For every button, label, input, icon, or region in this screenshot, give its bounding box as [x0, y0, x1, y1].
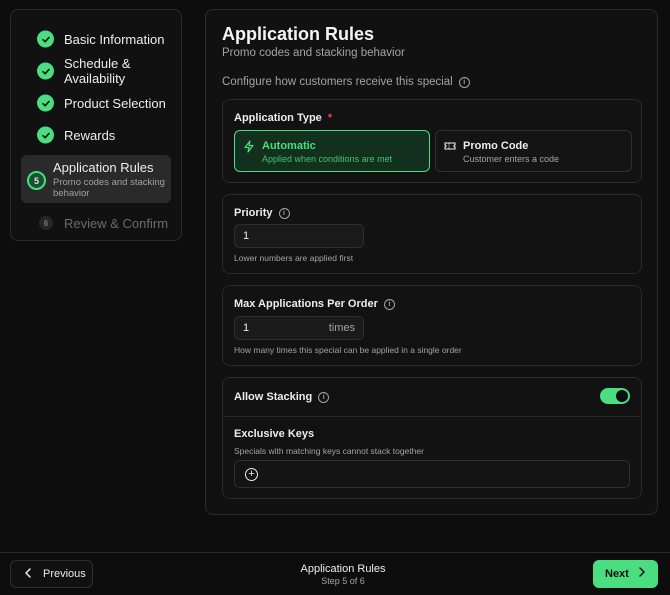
info-icon[interactable]: i	[278, 207, 290, 219]
step-label: Schedule & Availability	[64, 56, 131, 86]
step-label: Rewards	[64, 127, 116, 143]
priority-input[interactable]: 1	[234, 224, 364, 248]
add-key-icon[interactable]: +	[245, 468, 258, 481]
toggle-knob	[616, 390, 628, 402]
option-promo-code[interactable]: Promo Code Customer enters a code	[435, 130, 632, 172]
priority-card: Priority i 1 Lower numbers are applied f…	[222, 194, 642, 274]
max-applications-input[interactable]: 1 times	[234, 316, 364, 340]
allow-stacking-toggle[interactable]	[600, 388, 630, 404]
option-automatic[interactable]: Automatic Applied when conditions are me…	[234, 130, 430, 172]
stacking-card: Allow Stacking i Exclusive Keys Specials…	[222, 377, 642, 499]
max-applications-help: How many times this special can be appli…	[234, 345, 462, 355]
step-schedule-availability[interactable]: Schedule & Availability	[21, 55, 171, 87]
divider	[223, 416, 641, 417]
check-icon	[37, 126, 54, 144]
max-applications-card: Max Applications Per Order i 1 times How…	[222, 285, 642, 366]
ticket-icon	[444, 140, 456, 155]
info-icon[interactable]: i	[318, 391, 330, 403]
footer-title: Application Rules	[300, 563, 386, 575]
option-description: Customer enters a code	[463, 154, 560, 164]
stepper-sidebar: Basic Information Schedule & Availabilit…	[10, 9, 182, 241]
input-suffix: times	[328, 322, 355, 334]
label-text: Allow Stacking	[234, 391, 313, 403]
step-label: Review & Confirm	[64, 215, 169, 231]
required-mark: *	[327, 112, 333, 124]
option-description: Applied when conditions are met	[262, 154, 393, 164]
page-subtitle: Promo codes and stacking behavior	[222, 47, 405, 59]
priority-help: Lower numbers are applied first	[234, 253, 354, 263]
step-number: 5	[27, 171, 46, 190]
chevron-right-icon	[638, 566, 646, 581]
priority-label: Priority i	[234, 207, 290, 219]
check-icon	[37, 30, 54, 48]
footer-step-indicator: Step 5 of 6	[321, 576, 365, 586]
application-type-label: Application Type *	[234, 112, 332, 124]
next-label: Next	[605, 568, 629, 580]
input-value: 1	[243, 322, 250, 334]
step-label: Application Rules	[53, 159, 154, 175]
allow-stacking-label: Allow Stacking i	[234, 391, 330, 403]
step-rewards[interactable]: Rewards	[21, 119, 171, 151]
info-icon[interactable]: i	[458, 76, 470, 88]
max-applications-label: Max Applications Per Order i	[234, 298, 395, 310]
info-icon[interactable]: i	[383, 298, 395, 310]
page-title: Application Rules	[222, 24, 375, 44]
label-text: Priority	[234, 207, 273, 219]
next-button[interactable]: Next	[593, 560, 658, 588]
step-application-rules[interactable]: 5 Application Rules Promo codes and stac…	[21, 155, 171, 203]
exclusive-keys-input[interactable]: +	[234, 460, 630, 488]
config-description: Configure how customers receive this spe…	[222, 76, 470, 88]
config-text: Configure how customers receive this spe…	[222, 76, 453, 88]
label-text: Max Applications Per Order	[234, 298, 378, 310]
option-title: Automatic	[262, 140, 316, 152]
option-title: Promo Code	[463, 140, 529, 152]
step-number: 6	[39, 216, 53, 230]
main-panel: Application Rules Promo codes and stacki…	[205, 9, 658, 515]
step-label: Product Selection	[64, 95, 166, 111]
check-icon	[37, 62, 54, 80]
step-product-selection[interactable]: Product Selection	[21, 87, 171, 119]
step-review-confirm[interactable]: 6 Review & Confirm	[21, 207, 171, 239]
lightning-icon	[243, 140, 255, 156]
step-label: Basic Information	[64, 31, 165, 47]
exclusive-keys-label: Exclusive Keys	[234, 428, 315, 440]
step-basic-information[interactable]: Basic Information	[21, 23, 171, 55]
exclusive-keys-help: Specials with matching keys cannot stack…	[234, 446, 424, 456]
step-description: Promo codes and stacking behavior	[53, 176, 165, 199]
application-type-card: Application Type * Automatic Applied whe…	[222, 99, 642, 183]
label-text: Application Type	[234, 112, 322, 124]
check-icon	[37, 94, 54, 112]
